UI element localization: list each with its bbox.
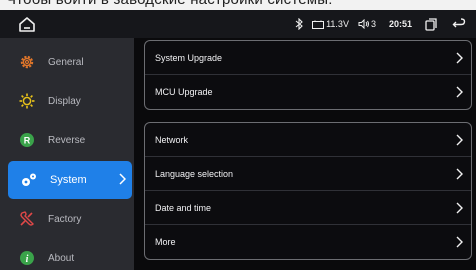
sidebar-item-display[interactable]: Display (6, 82, 132, 120)
back-icon[interactable] (452, 18, 466, 30)
chevron-right-icon (118, 173, 127, 188)
sidebar-item-reverse[interactable]: R Reverse (6, 121, 132, 159)
chevron-right-icon (455, 52, 463, 66)
volume-value: 3 (370, 19, 376, 29)
row-label: Date and time (155, 202, 212, 213)
status-bar: 11.3V 3 20:51 (0, 10, 476, 38)
clock: 20:51 (388, 19, 412, 29)
chevron-right-icon (455, 168, 463, 182)
upgrade-group: System Upgrade MCU Upgrade (144, 40, 472, 110)
row-label: System Upgrade (155, 52, 223, 63)
voltage-value: 11.3V (326, 19, 349, 29)
mcu-upgrade-row[interactable]: MCU Upgrade (145, 75, 471, 109)
volume-indicator: 3 (358, 19, 376, 29)
chevron-right-icon (455, 134, 463, 148)
sidebar-item-general[interactable]: General (6, 43, 132, 81)
system-gears-icon (20, 171, 38, 189)
row-label: Language selection (155, 168, 234, 179)
status-indicators: 11.3V 3 20:51 (295, 10, 466, 38)
caption-text: Чтобы войти в заводские настройки систем… (6, 0, 333, 8)
more-row[interactable]: More (145, 225, 471, 259)
system-upgrade-row[interactable]: System Upgrade (145, 41, 471, 75)
language-selection-row[interactable]: Language selection (145, 157, 471, 191)
caption-band: Чтобы войти в заводские настройки систем… (0, 0, 476, 10)
sidebar-item-label: Factory (48, 213, 82, 225)
home-icon[interactable] (18, 16, 36, 32)
chevron-right-icon (455, 86, 463, 100)
brightness-icon (18, 92, 36, 110)
row-label: More (155, 237, 176, 247)
row-label: MCU Upgrade (155, 87, 213, 97)
recent-apps-icon[interactable] (425, 17, 437, 31)
settings-panel: System Upgrade MCU Upgrade Network Langu… (134, 38, 476, 270)
date-and-time-row[interactable]: Date and time (145, 191, 471, 225)
sidebar-item-label: Reverse (48, 134, 86, 146)
battery-voltage: 11.3V (312, 19, 349, 29)
reverse-r-icon: R (18, 131, 36, 149)
sidebar-item-label: System (50, 174, 87, 186)
bluetooth-icon (295, 18, 303, 30)
network-row[interactable]: Network (145, 123, 471, 157)
battery-icon (312, 20, 325, 29)
sidebar-item-label: About (48, 252, 75, 264)
gear-icon (18, 53, 36, 71)
svg-text:i: i (26, 254, 29, 265)
sidebar-item-factory[interactable]: Factory (6, 200, 132, 238)
sidebar-item-label: General (48, 56, 84, 68)
svg-text:R: R (24, 136, 31, 146)
sidebar: General Display R Reverse System Factory… (0, 38, 134, 270)
info-icon: i (18, 249, 36, 267)
chevron-right-icon (455, 202, 463, 216)
sidebar-item-about[interactable]: i About (6, 239, 132, 270)
system-settings-group: Network Language selection Date and time… (144, 122, 472, 260)
factory-tools-icon (18, 210, 36, 228)
sidebar-item-label: Display (48, 95, 81, 107)
sidebar-item-system[interactable]: System (8, 161, 132, 199)
speaker-icon (358, 19, 369, 29)
row-label: Network (155, 134, 189, 145)
chevron-right-icon (455, 236, 463, 250)
